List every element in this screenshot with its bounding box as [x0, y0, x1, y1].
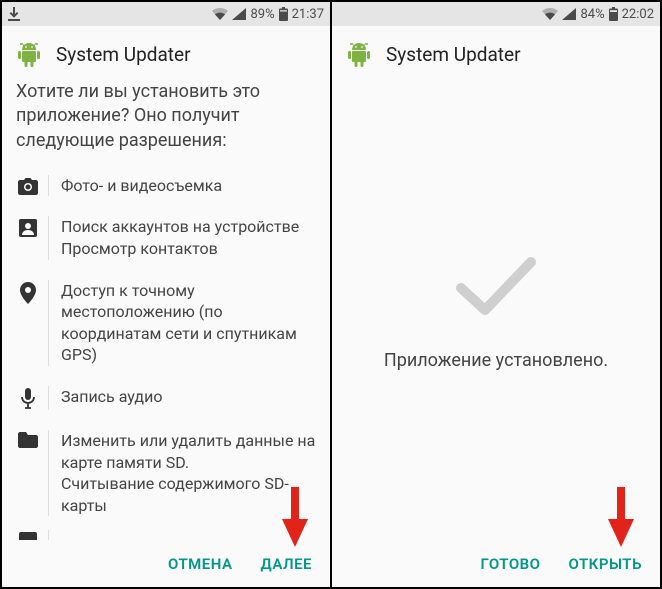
clock: 21:37	[292, 7, 324, 22]
generic-icon	[16, 530, 40, 540]
permission-text: Поиск аккаунтов на устройствеПросмотр ко…	[48, 216, 316, 259]
battery-icon	[609, 7, 618, 21]
cancel-button[interactable]: ОТМЕНА	[168, 555, 233, 573]
contacts-icon	[16, 216, 40, 259]
permission-item: Поиск аккаунтов на устройствеПросмотр ко…	[2, 206, 330, 269]
app-title-bar: System Updater	[332, 26, 660, 80]
permission-text: Запись аудио	[48, 386, 316, 410]
installed-message: Приложение установлено.	[384, 350, 608, 371]
android-icon	[16, 40, 42, 68]
battery-icon	[279, 7, 288, 21]
annotation-arrow	[280, 487, 310, 547]
checkmark-icon	[451, 250, 541, 320]
app-title-bar: System Updater	[2, 26, 330, 80]
permission-text: Изменить или удалить данные на карте пам…	[48, 430, 316, 516]
storage-icon	[16, 430, 40, 516]
open-button[interactable]: ОТКРЫТЬ	[569, 555, 642, 573]
install-prompt-text: Хотите ли вы установить это приложение? …	[2, 80, 330, 165]
location-icon	[16, 280, 40, 366]
install-prompt-screen: 89% 21:37 System Updater Хотите ли вы ус…	[1, 1, 331, 588]
status-bar: 89% 21:37	[2, 2, 330, 26]
install-complete-body: Приложение установлено.	[332, 80, 660, 541]
app-title: System Updater	[56, 43, 191, 66]
next-button[interactable]: ДАЛЕЕ	[261, 555, 312, 573]
permissions-list: Фото- и видеосъемка Поиск аккаунтов на у…	[2, 165, 330, 541]
battery-percent: 84%	[580, 7, 604, 22]
permission-item: Запись аудио	[2, 376, 330, 420]
status-bar: 84% 22:02	[332, 2, 660, 26]
mic-icon	[16, 386, 40, 410]
button-bar: ГОТОВО ОТКРЫТЬ	[332, 541, 660, 587]
signal-icon	[232, 8, 246, 20]
app-title: System Updater	[386, 43, 521, 66]
install-complete-screen: 84% 22:02 System Updater Приложение уста…	[331, 1, 661, 588]
battery-percent: 89%	[250, 7, 274, 22]
permission-text: Доступ к точному местоположению (по коор…	[48, 280, 316, 366]
annotation-arrow	[606, 487, 636, 547]
button-bar: ОТМЕНА ДАЛЕЕ	[2, 541, 330, 587]
wifi-icon	[542, 8, 558, 20]
download-icon	[8, 7, 20, 21]
permission-text: Фото- и видеосъемка	[48, 175, 316, 197]
clock: 22:02	[622, 7, 654, 22]
permission-item: Доступ к точному местоположению (по коор…	[2, 270, 330, 376]
permission-item: Фото- и видеосъемка	[2, 165, 330, 207]
camera-icon	[16, 175, 40, 197]
android-icon	[346, 40, 372, 68]
signal-icon	[562, 8, 576, 20]
done-button[interactable]: ГОТОВО	[481, 555, 541, 573]
wifi-icon	[212, 8, 228, 20]
